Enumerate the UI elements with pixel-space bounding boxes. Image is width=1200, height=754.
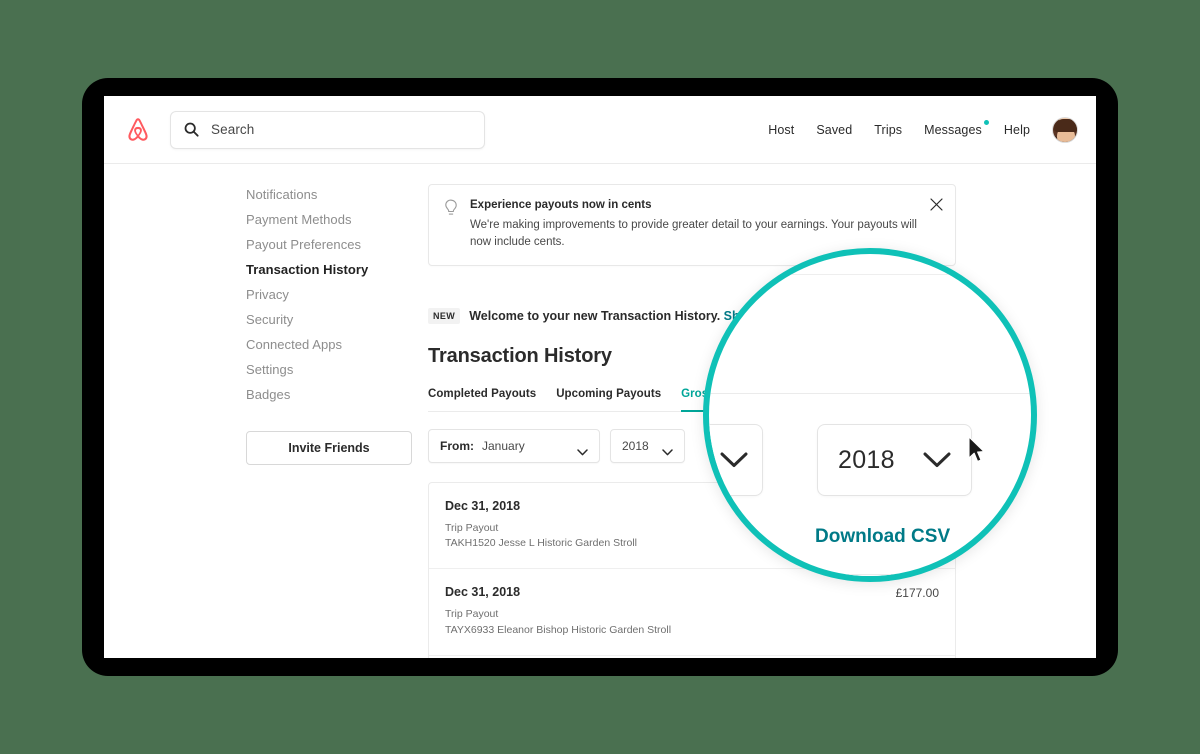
banner-body: We're making improvements to provide gre… [470,217,922,252]
sidebar-item-badges[interactable]: Badges [246,382,422,407]
tab-completed-payouts[interactable]: Completed Payouts [428,388,536,412]
chevron-down-icon [720,451,748,469]
search-placeholder: Search [211,122,254,137]
month-value: January [482,439,525,453]
transaction-description: TAYX6933 Eleanor Bishop Historic Garden … [445,623,896,638]
table-row[interactable]: Dec 30, 2018 £118.00 [429,656,955,658]
magnified-tab-divider [703,393,1037,394]
magnified-month-dropdown[interactable] [703,424,763,496]
new-badge: NEW [428,308,460,324]
transaction-amount: £177.00 [896,585,939,600]
new-announcement-sentence: Welcome to your new Transaction History. [469,309,720,323]
sidebar-item-transaction-history[interactable]: Transaction History [246,257,422,282]
lightbulb-icon [443,199,459,218]
chevron-down-icon [662,443,673,450]
magnified-year-dropdown[interactable]: 2018 [817,424,972,496]
settings-sidebar: Notifications Payment Methods Payout Pre… [246,182,422,465]
airbnb-logo[interactable] [124,115,152,145]
nav-link-messages[interactable]: Messages [924,123,982,137]
avatar[interactable] [1052,117,1078,143]
mouse-pointer-icon [967,436,987,464]
magnified-download-csv-link[interactable]: Download CSV [815,526,950,548]
transaction-date: Dec 31, 2018 [445,585,896,599]
nav-link-help[interactable]: Help [1004,123,1030,137]
from-label: From: [440,439,474,453]
magnifier-content: Share your fee nings 2018 D [709,254,1031,576]
nav-link-trips[interactable]: Trips [874,123,902,137]
sidebar-item-security[interactable]: Security [246,307,422,332]
month-dropdown[interactable]: From: January [428,429,600,463]
magnified-divider [703,274,1037,275]
year-dropdown[interactable]: 2018 [610,429,685,463]
nav-links: Host Saved Trips Messages Help [768,117,1078,143]
top-navigation-bar: Search Host Saved Trips Messages Help [104,96,1096,164]
table-row[interactable]: Dec 31, 2018 Trip Payout TAYX6933 Eleano… [429,569,955,655]
nav-link-messages-label: Messages [924,123,982,137]
sidebar-item-payment-methods[interactable]: Payment Methods [246,207,422,232]
banner-title: Experience payouts now in cents [470,198,922,214]
sidebar-item-payout-preferences[interactable]: Payout Preferences [246,232,422,257]
close-icon[interactable] [930,198,943,211]
chevron-down-icon [577,443,588,450]
tab-upcoming-payouts[interactable]: Upcoming Payouts [556,388,661,412]
transaction-type: Trip Payout [445,607,896,622]
sidebar-item-settings[interactable]: Settings [246,357,422,382]
nav-link-saved[interactable]: Saved [816,123,852,137]
invite-friends-button[interactable]: Invite Friends [246,431,412,465]
sidebar-item-privacy[interactable]: Privacy [246,282,422,307]
magnifier-callout: Share your fee nings 2018 D [703,248,1037,582]
year-value: 2018 [622,439,649,453]
sidebar-item-connected-apps[interactable]: Connected Apps [246,332,422,357]
search-icon [184,122,199,137]
magnified-year-value: 2018 [838,446,895,475]
unread-indicator-dot [984,120,989,125]
sidebar-item-notifications[interactable]: Notifications [246,182,422,207]
search-input[interactable]: Search [170,111,485,149]
nav-link-host[interactable]: Host [768,123,794,137]
chevron-down-icon [923,451,951,469]
